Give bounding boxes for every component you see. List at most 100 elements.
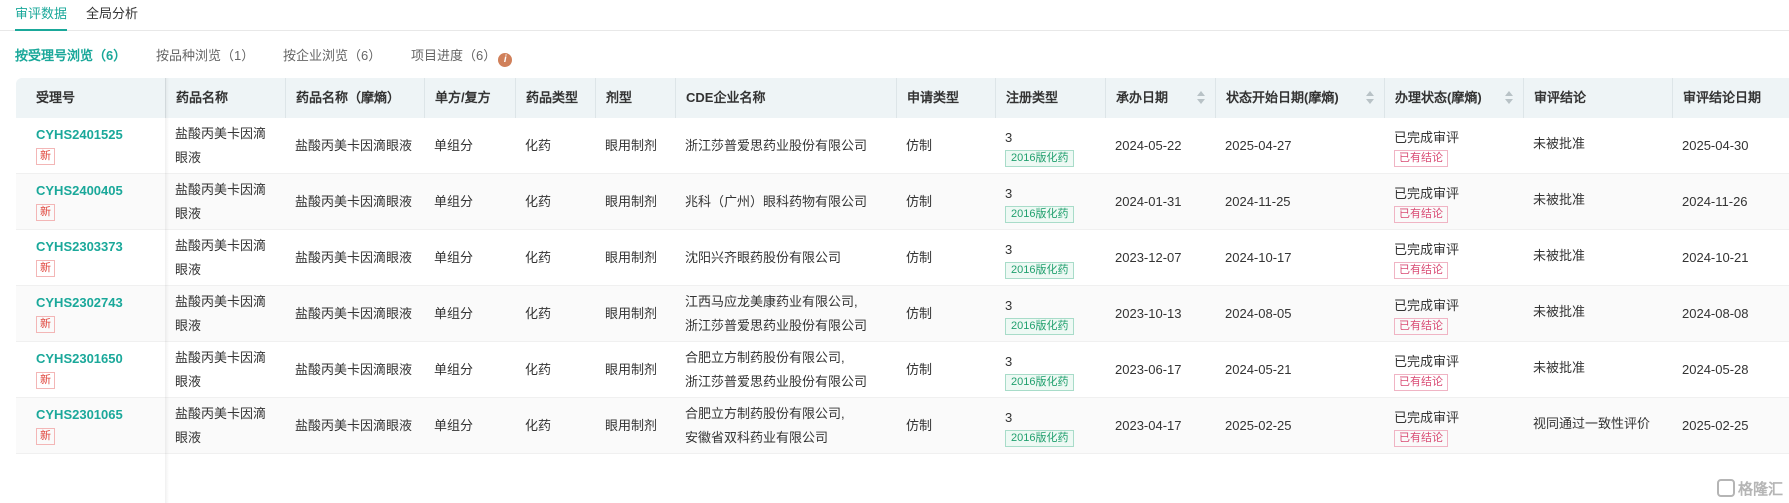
compound-value: 单组分 — [434, 418, 474, 433]
cell-conclusion-date: 2024-11-26 — [1672, 174, 1789, 230]
accept-date-value: 2023-10-13 — [1115, 306, 1182, 321]
reg-type-tag: 2016版化药 — [1005, 149, 1075, 167]
company-name: 合肥立方制药股份有限公司, — [685, 406, 845, 421]
tab-review-data[interactable]: 审评数据 — [15, 4, 68, 31]
col-header-accept-date[interactable]: 承办日期 — [1105, 78, 1215, 118]
status-tag: 已有结论 — [1394, 429, 1448, 447]
table-row[interactable]: CYHS2302743 新盐酸丙美卡因滴眼液 盐酸丙美卡因滴眼液 单组分 化药 眼用制剂江… — [16, 286, 1789, 342]
subtab-by-variety[interactable]: 按品种浏览（1） — [156, 46, 254, 66]
cell-status-date: 2024-11-25 — [1215, 174, 1384, 230]
subtab-by-application[interactable]: 按受理号浏览（6） — [15, 46, 126, 66]
cell-dosage-form: 眼用制剂 — [595, 398, 675, 454]
conclusion-date-value: 2024-08-08 — [1682, 306, 1749, 321]
cell-dosage-form: 眼用制剂 — [595, 286, 675, 342]
conclusion-value: 未被批准 — [1533, 248, 1586, 263]
table-row[interactable]: CYHS2401525 新盐酸丙美卡因滴眼液 盐酸丙美卡因滴眼液 单组分 化药 眼用制剂浙… — [16, 118, 1789, 174]
application-id-link[interactable]: CYHS2302743 — [36, 291, 165, 315]
cell-status: 已完成审评 已有结论 — [1384, 174, 1523, 230]
top-tab-bar: 审评数据 全局分析 — [0, 0, 1789, 31]
cell-status-date: 2024-08-05 — [1215, 286, 1384, 342]
drug-name: 盐酸丙美卡因滴眼液 — [175, 350, 267, 389]
cell-drug-name: 盐酸丙美卡因滴眼液 — [165, 398, 285, 454]
status-tag: 已有结论 — [1394, 373, 1448, 391]
cell-accept-date: 2023-04-17 — [1105, 398, 1215, 454]
cell-dosage-form: 眼用制剂 — [595, 342, 675, 398]
reg-type-tag: 2016版化药 — [1005, 317, 1075, 335]
cell-application-id: CYHS2303373 新 — [16, 230, 165, 286]
accept-date-value: 2023-06-17 — [1115, 362, 1182, 377]
table-row[interactable]: CYHS2301065 新盐酸丙美卡因滴眼液 盐酸丙美卡因滴眼液 单组分 化药 眼用制剂合… — [16, 398, 1789, 454]
cell-reg-type: 3 2016版化药 — [995, 118, 1105, 174]
conclusion-value: 未被批准 — [1533, 136, 1586, 151]
new-badge: 新 — [36, 372, 55, 389]
conclusion-date-value: 2025-04-30 — [1682, 138, 1749, 153]
col-header-cde-company: CDE企业名称 — [675, 78, 896, 118]
tab-global-analysis[interactable]: 全局分析 — [86, 4, 138, 31]
cell-reg-type: 3 2016版化药 — [995, 286, 1105, 342]
col-header-apply-type: 申请类型 — [896, 78, 995, 118]
application-id-link[interactable]: CYHS2301650 — [36, 347, 165, 371]
watermark: 格隆汇 — [1716, 478, 1783, 499]
reg-type-number: 3 — [1005, 241, 1013, 257]
status-value: 已完成审评 — [1394, 129, 1460, 145]
application-id-link[interactable]: CYHS2301065 — [36, 403, 165, 427]
application-id-link[interactable]: CYHS2303373 — [36, 235, 165, 259]
watermark-logo-icon — [1716, 479, 1735, 497]
drug-type-value: 化药 — [525, 250, 552, 265]
drug-name: 盐酸丙美卡因滴眼液 — [175, 406, 267, 445]
sort-icon[interactable] — [1505, 91, 1513, 105]
subtab-project-progress[interactable]: 项目进度（6） i — [411, 46, 513, 67]
apply-type-value: 仿制 — [906, 194, 933, 209]
status-date-value: 2024-11-25 — [1225, 194, 1291, 209]
table-row[interactable]: CYHS2301650 新盐酸丙美卡因滴眼液 盐酸丙美卡因滴眼液 单组分 化药 眼用制剂合… — [16, 342, 1789, 398]
cell-application-id: CYHS2301650 新 — [16, 342, 165, 398]
cell-drug-name: 盐酸丙美卡因滴眼液 — [165, 230, 285, 286]
cell-conclusion: 未被批准 — [1523, 342, 1672, 398]
col-header-status[interactable]: 办理状态(摩熵) — [1384, 78, 1523, 118]
compound-value: 单组分 — [434, 138, 474, 153]
col-header-conclusion: 审评结论 — [1523, 78, 1672, 118]
reg-type-tag: 2016版化药 — [1005, 373, 1075, 391]
conclusion-date-value: 2025-02-25 — [1682, 418, 1749, 433]
col-header-status-date[interactable]: 状态开始日期(摩熵) — [1215, 78, 1384, 118]
reg-type-tag: 2016版化药 — [1005, 205, 1075, 223]
cell-conclusion: 未被批准 — [1523, 230, 1672, 286]
cell-conclusion-date: 2025-04-30 — [1672, 118, 1789, 174]
conclusion-date-value: 2024-10-21 — [1682, 250, 1749, 265]
table-row[interactable]: CYHS2303373 新盐酸丙美卡因滴眼液 盐酸丙美卡因滴眼液 单组分 化药 眼用制剂沈… — [16, 230, 1789, 286]
cell-apply-type: 仿制 — [896, 230, 995, 286]
cell-conclusion: 视同通过一致性评价 — [1523, 398, 1672, 454]
subtab-by-company[interactable]: 按企业浏览（6） — [283, 46, 381, 66]
drug-name: 盐酸丙美卡因滴眼液 — [175, 238, 267, 277]
application-id-link[interactable]: CYHS2400405 — [36, 179, 165, 203]
cell-drug-type: 化药 — [515, 174, 595, 230]
reg-type-tag: 2016版化药 — [1005, 429, 1075, 447]
apply-type-value: 仿制 — [906, 362, 933, 377]
cell-status-date: 2024-05-21 — [1215, 342, 1384, 398]
reg-type-tag: 2016版化药 — [1005, 261, 1075, 279]
cell-application-id: CYHS2301065 新 — [16, 398, 165, 454]
cell-apply-type: 仿制 — [896, 174, 995, 230]
drug-name: 盐酸丙美卡因滴眼液 — [175, 182, 267, 221]
cell-reg-type: 3 2016版化药 — [995, 342, 1105, 398]
cell-conclusion-date: 2024-05-28 — [1672, 342, 1789, 398]
conclusion-date-value: 2024-05-28 — [1682, 362, 1749, 377]
cell-conclusion-date: 2024-10-21 — [1672, 230, 1789, 286]
table-row[interactable]: CYHS2400405 新盐酸丙美卡因滴眼液 盐酸丙美卡因滴眼液 单组分 化药 眼用制剂兆… — [16, 174, 1789, 230]
compound-value: 单组分 — [434, 250, 474, 265]
drug-type-value: 化药 — [525, 194, 552, 209]
accept-date-value: 2024-01-31 — [1115, 194, 1182, 209]
sort-icon[interactable] — [1366, 91, 1374, 105]
application-id-link[interactable]: CYHS2401525 — [36, 123, 165, 147]
status-date-value: 2024-05-21 — [1225, 362, 1292, 377]
status-tag: 已有结论 — [1394, 205, 1448, 223]
cell-compound: 单组分 — [424, 342, 515, 398]
cell-conclusion: 未被批准 — [1523, 118, 1672, 174]
drug-type-value: 化药 — [525, 138, 552, 153]
reg-type-number: 3 — [1005, 129, 1013, 145]
drug-name-mo: 盐酸丙美卡因滴眼液 — [295, 194, 413, 209]
sort-icon[interactable] — [1197, 91, 1205, 105]
info-icon[interactable]: i — [498, 53, 513, 67]
apply-type-value: 仿制 — [906, 306, 933, 321]
new-badge: 新 — [36, 148, 55, 165]
